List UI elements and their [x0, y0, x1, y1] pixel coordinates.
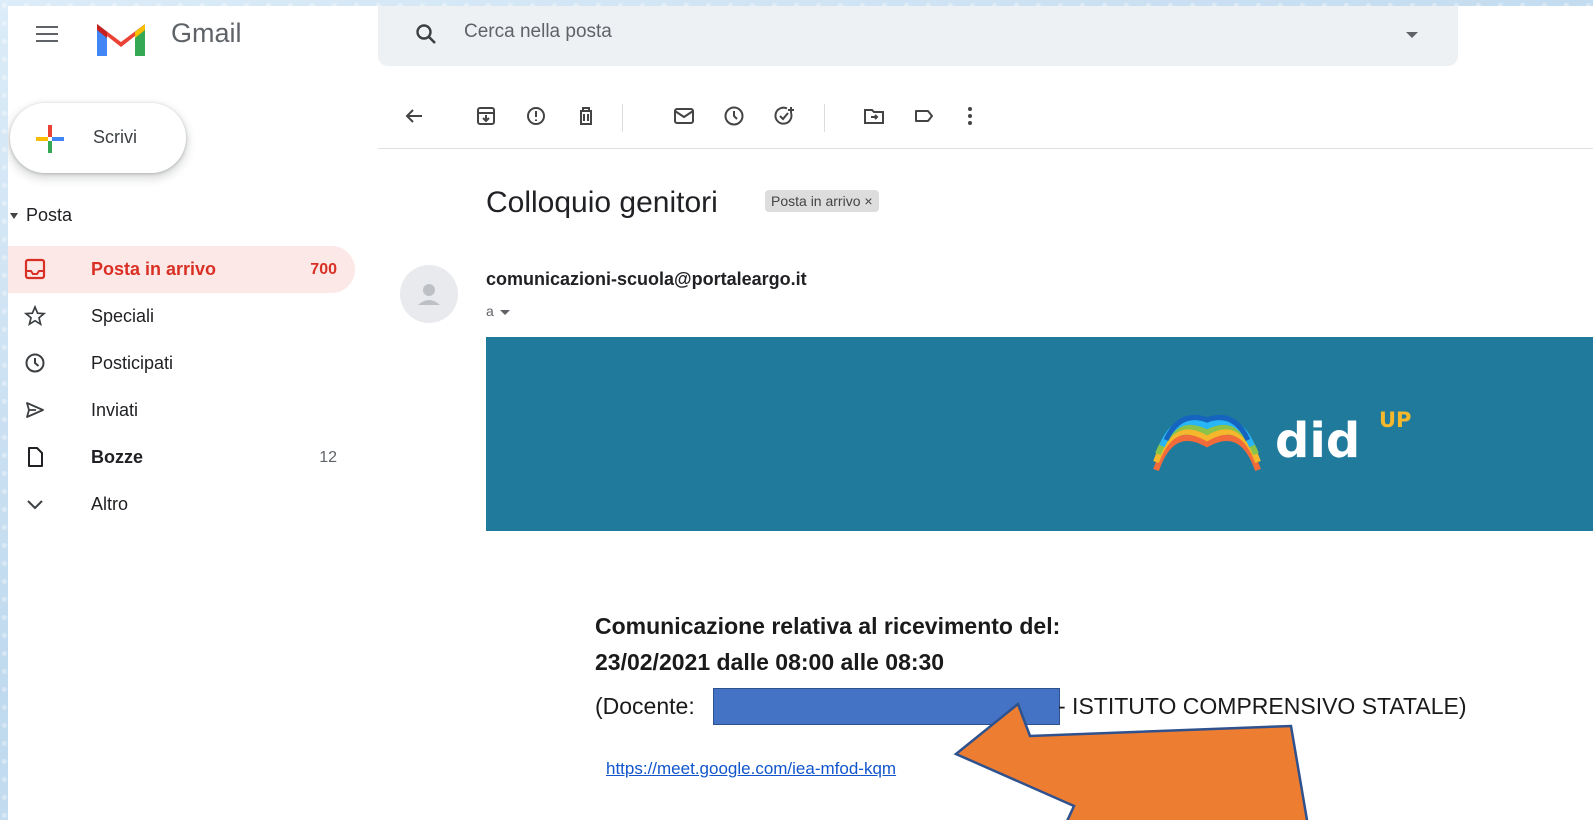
search-input[interactable] — [462, 20, 1166, 44]
sidebar-item-inbox[interactable]: Posta in arrivo 700 — [8, 246, 355, 293]
email-subject: Colloquio genitori — [486, 186, 718, 219]
sender-avatar — [400, 265, 458, 323]
sidebar-nav: Posta in arrivo 700 Speciali Posticipati… — [8, 246, 355, 528]
inbox-label-chip[interactable]: Posta in arrivo × — [765, 190, 879, 212]
back-icon[interactable] — [402, 104, 426, 128]
didup-book-logo-icon — [1153, 415, 1261, 472]
star-icon — [24, 305, 46, 327]
send-icon — [26, 402, 44, 418]
didup-banner: did UP — [486, 337, 1593, 531]
sidebar-item-more[interactable]: Altro — [8, 481, 355, 528]
mark-unread-icon[interactable] — [672, 104, 696, 128]
search-bar[interactable] — [378, 6, 1458, 66]
main-menu-icon[interactable] — [36, 26, 58, 42]
message-heading-line1: Comunicazione relativa al ricevimento de… — [595, 613, 1061, 639]
delete-icon[interactable] — [574, 104, 598, 128]
sidebar-item-snoozed[interactable]: Posticipati — [8, 340, 355, 387]
add-task-icon[interactable] — [772, 104, 796, 128]
compose-label: Scrivi — [93, 127, 137, 147]
recipient-label: a — [486, 303, 494, 319]
unread-count: 700 — [310, 260, 337, 278]
caret-down-icon — [10, 213, 18, 220]
gmail-window: Gmail Scrivi Posta Posta in arrivo 700 S… — [8, 6, 1593, 820]
chevron-down-icon — [27, 500, 43, 510]
message-heading-line2: 23/02/2021 dalle 08:00 alle 08:30 — [595, 649, 945, 675]
draft-count: 12 — [319, 448, 337, 466]
toolbar-divider — [622, 104, 623, 132]
gmail-logo-icon — [97, 24, 145, 56]
sidebar-item-drafts[interactable]: Bozze 12 — [8, 434, 355, 481]
archive-icon[interactable] — [474, 104, 498, 128]
didup-brand-sup: UP — [1379, 408, 1412, 432]
move-to-icon[interactable] — [862, 104, 886, 128]
sidebar-item-label: Speciali — [91, 306, 155, 326]
toolbar-divider — [824, 104, 825, 132]
sidebar-item-label: Posta in arrivo — [91, 259, 217, 279]
search-icon[interactable] — [414, 22, 438, 46]
compose-plus-icon — [36, 125, 64, 153]
sidebar-item-sent[interactable]: Inviati — [8, 387, 355, 434]
report-spam-icon[interactable] — [524, 104, 548, 128]
draft-icon — [28, 447, 43, 467]
app-name: Gmail — [171, 18, 242, 48]
snooze-icon[interactable] — [722, 104, 746, 128]
sidebar-item-label: Inviati — [91, 400, 139, 420]
more-icon[interactable] — [958, 104, 982, 128]
teacher-prefix: (Docente: — [595, 693, 695, 719]
sidebar-item-label: Bozze — [91, 447, 144, 467]
clock-icon — [25, 353, 45, 373]
compose-button[interactable]: Scrivi — [10, 103, 186, 173]
didup-brand: did — [1275, 413, 1361, 469]
meet-link[interactable]: https://meet.google.com/iea-mfod-kqm — [606, 759, 896, 779]
annotation-arrow-icon — [953, 701, 1309, 820]
sender-email[interactable]: comunicazioni-scuola@portaleargo.it — [486, 269, 807, 290]
sidebar-item-label: Posticipati — [91, 353, 174, 373]
sidebar-item-starred[interactable]: Speciali — [8, 293, 355, 340]
inbox-icon — [24, 258, 46, 280]
sidebar-item-label: Altro — [91, 494, 129, 514]
section-label: Posta — [26, 205, 73, 225]
recipient-details[interactable]: a — [486, 303, 510, 319]
label-icon[interactable] — [912, 104, 936, 128]
person-icon — [418, 284, 440, 305]
recipient-caret-icon — [499, 309, 510, 315]
search-options-chevron-icon[interactable] — [1406, 32, 1418, 38]
mail-section-toggle[interactable]: Posta — [10, 205, 72, 226]
message-toolbar — [378, 88, 1593, 149]
